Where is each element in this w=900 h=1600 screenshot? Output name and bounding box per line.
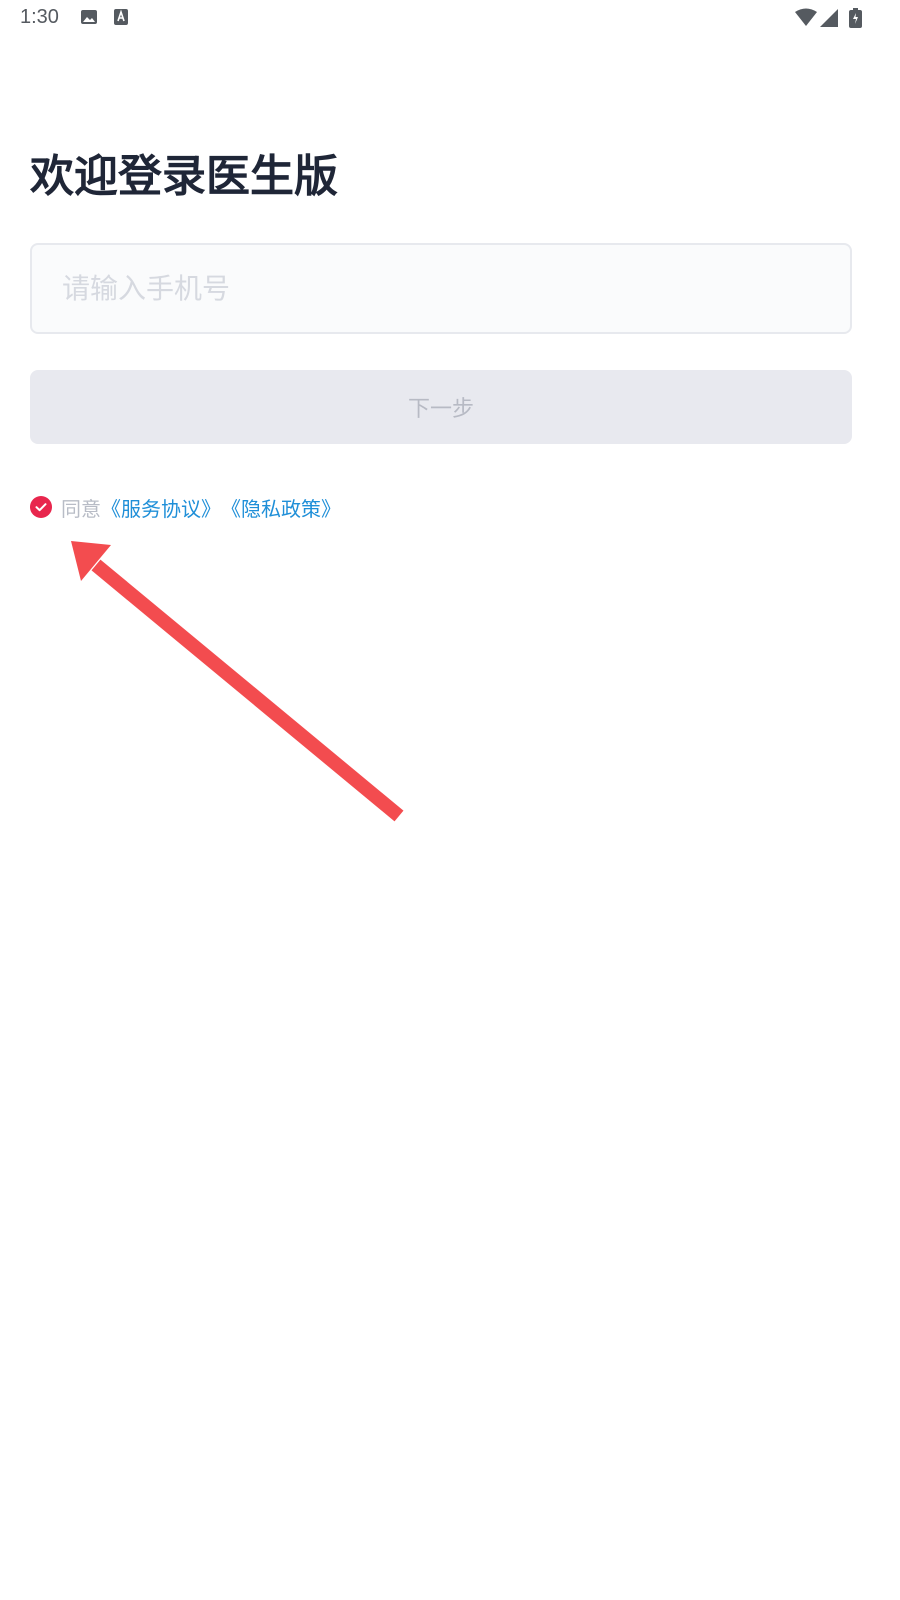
agree-prefix: 同意 <box>61 496 101 521</box>
phone-input[interactable] <box>30 243 852 334</box>
check-circle-icon <box>30 496 52 518</box>
status-bar: 1:30 <box>0 0 900 36</box>
page-title: 欢迎登录医生版 <box>30 151 338 202</box>
battery-charging-icon <box>849 8 862 32</box>
annotation-arrow <box>71 541 404 822</box>
agree-checkbox[interactable] <box>30 496 52 518</box>
text-a-icon <box>112 8 130 30</box>
image-icon <box>80 8 98 30</box>
privacy-policy-link[interactable]: 《隐私政策》 <box>221 493 341 522</box>
status-time: 1:30 <box>20 6 59 28</box>
next-button[interactable]: 下一步 <box>30 370 852 444</box>
signal-icon <box>819 8 839 32</box>
service-agreement-link[interactable]: 《服务协议》 <box>101 493 221 522</box>
wifi-icon <box>794 8 818 32</box>
agreement-row: 同意 《服务协议》 《隐私政策》 <box>30 492 341 522</box>
